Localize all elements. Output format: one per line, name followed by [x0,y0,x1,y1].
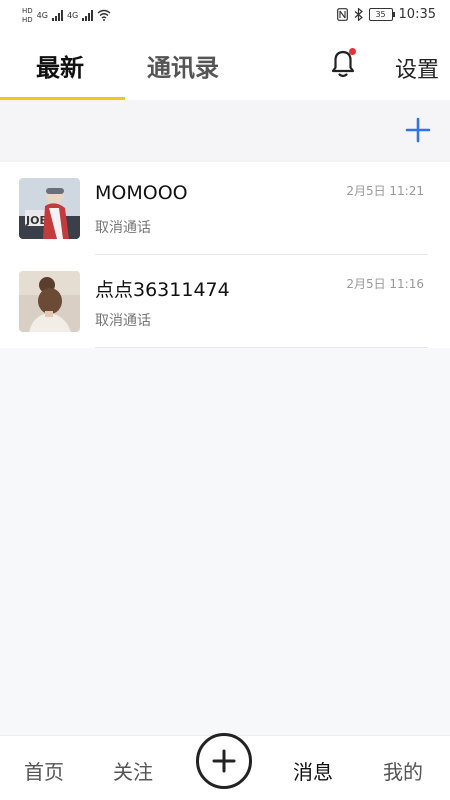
call-status: 取消通话 [95,220,151,236]
status-bar: HD HD 4G 4G 35 10:35 [0,0,450,32]
plus-circle-icon [212,749,236,773]
list-item[interactable]: JOB MOMOOO 取消通话 2月5日 11:21 [0,162,450,255]
contact-name: MOMOOO [95,182,188,204]
nfc-icon [336,8,348,21]
tab-contacts[interactable]: 通讯录 [147,48,219,83]
network-type-1: 4G [36,10,48,20]
conversation-list: JOB MOMOOO 取消通话 2月5日 11:21 点点36311474 取消… [0,162,450,348]
list-item[interactable]: 点点36311474 取消通话 2月5日 11:16 [0,255,450,348]
action-bar [0,100,450,162]
nav-messages[interactable]: 消息 [293,756,333,785]
bluetooth-icon [354,8,363,21]
hd-indicator: HD HD [22,7,33,24]
plus-icon[interactable] [404,116,432,144]
divider [95,347,428,348]
timestamp: 2月5日 11:16 [346,277,424,291]
nav-me[interactable]: 我的 [383,756,423,785]
contact-name: 点点36311474 [95,279,230,301]
clock: 10:35 [398,7,436,22]
avatar[interactable] [19,271,80,332]
nav-follow[interactable]: 关注 [113,756,153,785]
wifi-icon [97,9,111,21]
settings-button[interactable]: 设置 [395,52,439,84]
nav-home[interactable]: 首页 [24,756,64,785]
status-left: HD HD 4G 4G [22,6,111,24]
call-status: 取消通话 [95,313,151,329]
status-right: 35 10:35 [336,7,436,22]
bottom-navigation: 首页 关注 消息 我的 [0,733,450,800]
top-header: 最新 通讯录 设置 [0,32,450,100]
notification-button[interactable] [327,46,359,80]
signal-icon-2 [82,9,94,21]
create-button[interactable] [196,733,252,789]
battery-icon: 35 [368,8,395,21]
tab-latest[interactable]: 最新 [36,48,84,83]
notification-badge [349,48,356,55]
signal-icon [51,9,63,21]
messages-screen: HD HD 4G 4G 35 10:35 最新 通讯录 设置 JOB MOMOO… [0,0,450,800]
timestamp: 2月5日 11:21 [346,184,424,198]
avatar[interactable]: JOB [19,178,80,239]
network-type-2: 4G [66,10,79,20]
